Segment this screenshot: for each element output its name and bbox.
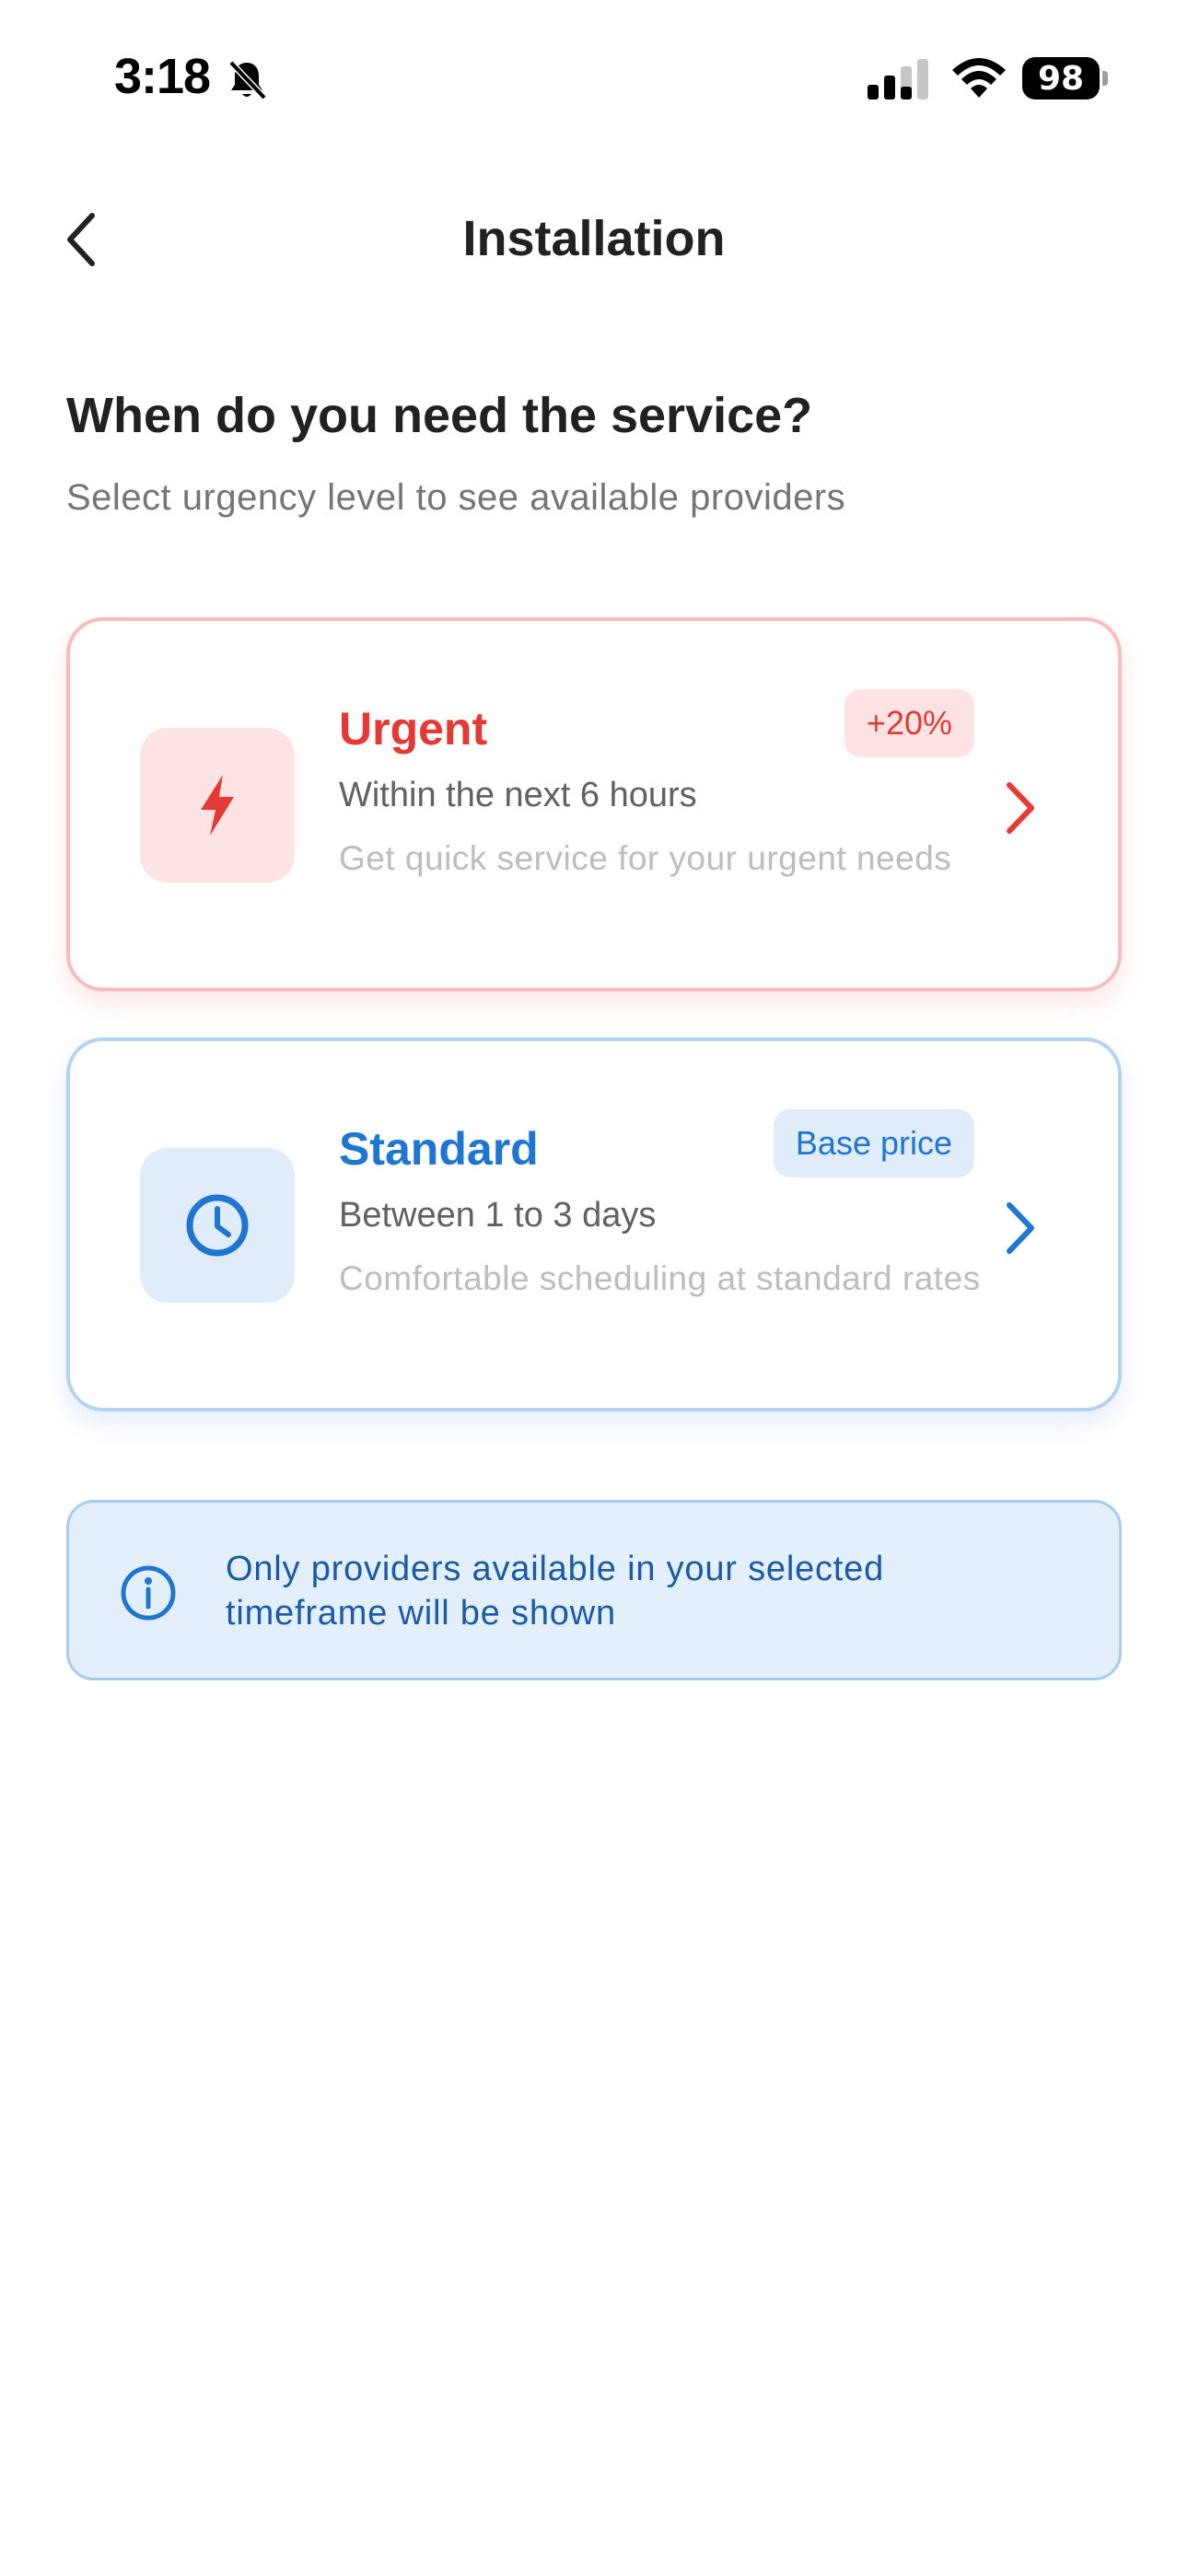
battery-cap — [1102, 71, 1108, 86]
header: Installation — [0, 184, 1188, 295]
status-time: 3:18 — [114, 49, 211, 104]
urgent-price-badge: +20% — [844, 689, 974, 757]
battery-icon: 98 — [1022, 57, 1108, 100]
installation-screen: 3:18 98 Installation When do you need th… — [0, 0, 1188, 2576]
urgent-title: Urgent — [339, 703, 488, 755]
bell-off-icon — [228, 60, 267, 100]
section-heading: When do you need the service? — [66, 388, 813, 443]
standard-option-card[interactable]: Standard Base price Between 1 to 3 days … — [66, 1037, 1122, 1411]
battery-level: 98 — [1022, 57, 1100, 100]
urgent-timeframe: Within the next 6 hours — [339, 776, 697, 814]
urgent-option-card[interactable]: Urgent +20% Within the next 6 hours Get … — [66, 617, 1122, 991]
lightning-icon — [201, 775, 234, 836]
clock-icon — [186, 1194, 249, 1257]
page-title: Installation — [462, 211, 726, 266]
standard-price-badge: Base price — [773, 1109, 974, 1177]
info-notice: Only providers available in your selecte… — [66, 1500, 1122, 1680]
chevron-right-icon — [1007, 782, 1034, 834]
standard-timeframe: Between 1 to 3 days — [339, 1196, 657, 1235]
info-text: Only providers available in your selecte… — [226, 1550, 885, 1633]
urgent-description: Get quick service for your urgent needs — [339, 839, 952, 877]
cellular-signal-icon — [868, 59, 928, 100]
wifi-icon — [952, 58, 1006, 98]
standard-description: Comfortable scheduling at standard rates — [339, 1259, 981, 1297]
section-subheading: Select urgency level to see available pr… — [66, 477, 846, 518]
info-icon — [121, 1565, 176, 1621]
status-bar: 3:18 98 — [0, 0, 1188, 157]
standard-icon-box — [140, 1148, 295, 1303]
standard-title: Standard — [339, 1123, 539, 1175]
chevron-right-icon — [1007, 1202, 1034, 1254]
urgent-icon-box — [140, 728, 295, 883]
